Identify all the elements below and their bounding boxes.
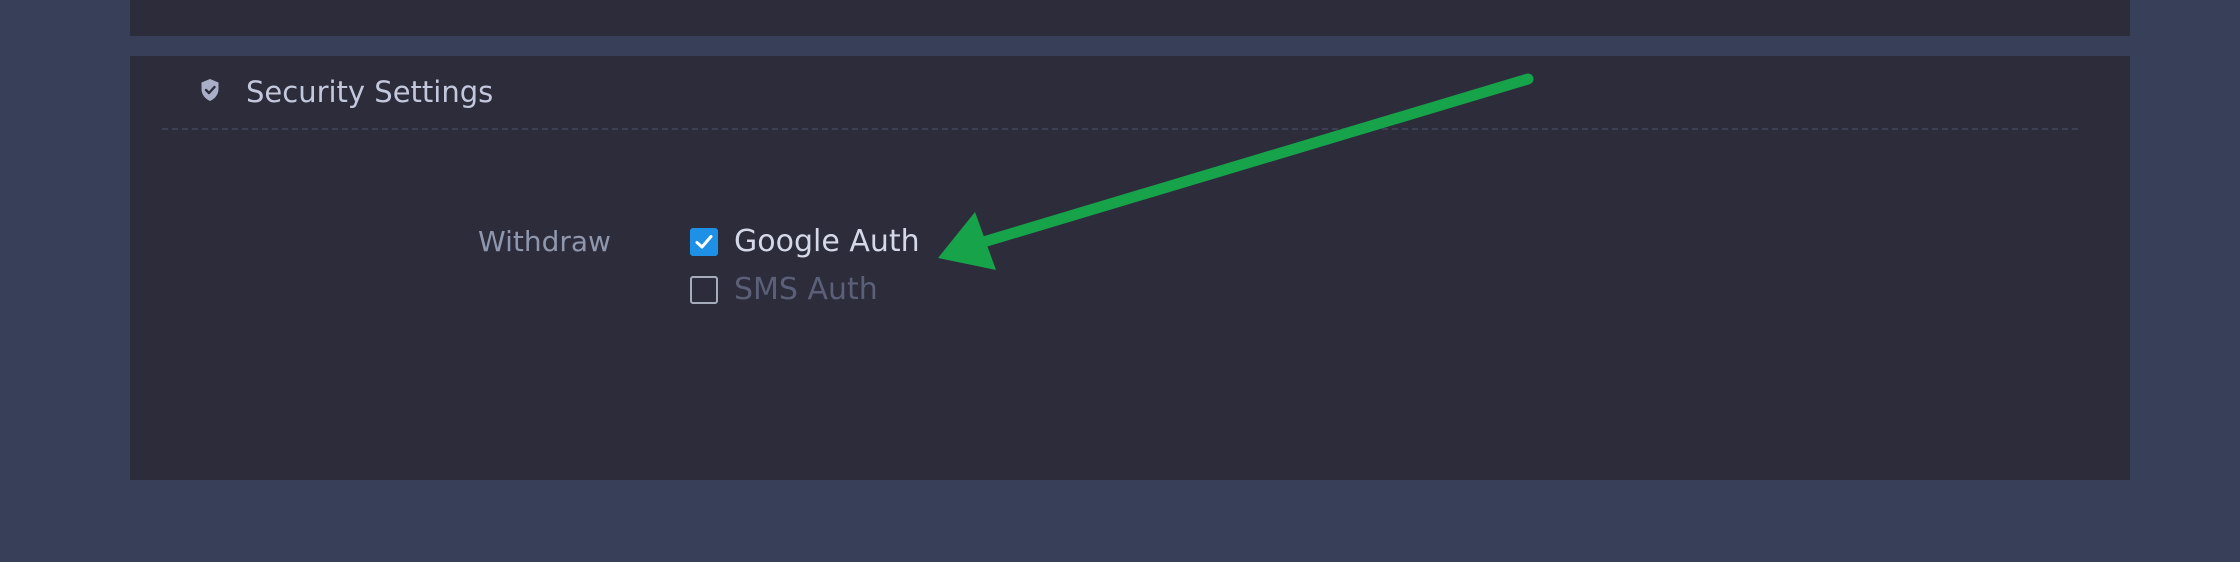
sms-auth-label: SMS Auth: [734, 272, 878, 307]
card-title: Security Settings: [246, 75, 494, 109]
withdraw-label: Withdraw: [478, 225, 611, 258]
check-icon: [695, 235, 713, 249]
previous-panel: [130, 0, 2130, 36]
sms-auth-checkbox[interactable]: [690, 276, 718, 304]
security-settings-card: Security Settings Withdraw Google Auth S…: [130, 56, 2130, 480]
card-header: Security Settings: [162, 56, 2078, 130]
google-auth-label: Google Auth: [734, 224, 920, 259]
shield-check-icon: [201, 79, 219, 101]
google-auth-checkbox[interactable]: [690, 228, 718, 256]
